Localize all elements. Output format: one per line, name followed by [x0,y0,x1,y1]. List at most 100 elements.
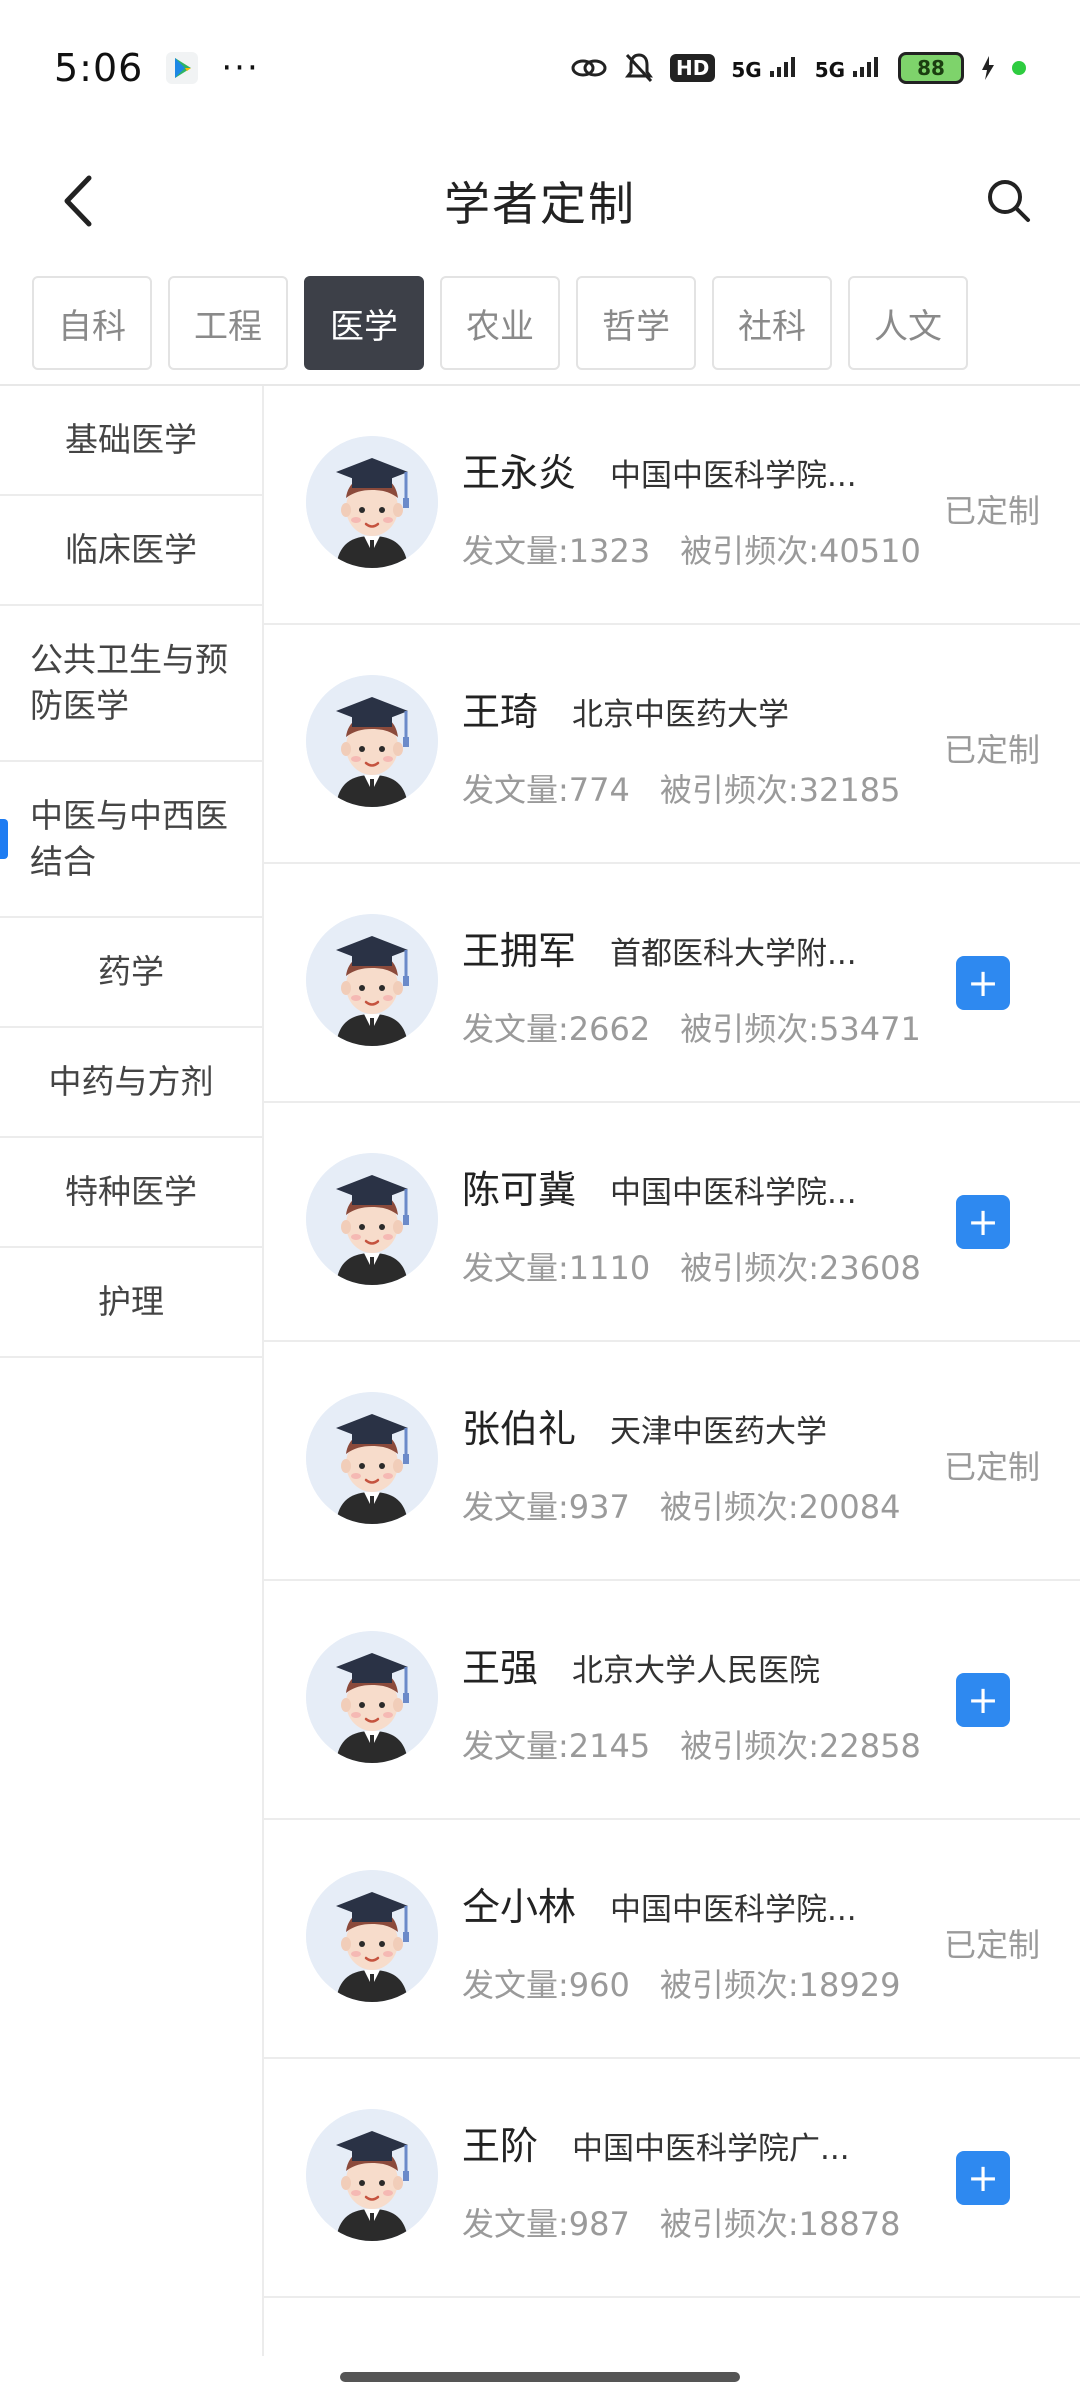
sidebar-item-label: 特种医学 [65,1172,197,1211]
tab-social-science[interactable]: 社科 [712,276,832,370]
tab-agriculture[interactable]: 农业 [440,276,560,370]
paper-count: 发文量:774 [462,771,630,809]
scholar-institution: 首都医科大学附... [610,936,857,972]
plus-icon: + [967,961,999,1005]
scholar-row[interactable]: 仝小林 中国中医科学院... 发文量:960 被引频次:18929 已定制 [264,1820,1080,2059]
scholar-row[interactable]: 王琦 北京中医药大学 发文量:774 被引频次:32185 已定制 [264,625,1080,864]
signal-5g-2: 5G [815,55,882,82]
scholar-institution: 中国中医科学院... [610,1175,857,1211]
scholar-row[interactable]: 张伯礼 天津中医药大学 发文量:937 被引频次:20084 已定制 [264,1342,1080,1581]
sidebar-item-special-medicine[interactable]: 特种医学 [0,1138,262,1248]
paper-count: 发文量:937 [462,1488,630,1526]
scholar-institution: 中国中医科学院... [610,1892,857,1928]
scholar-avatar [306,675,438,807]
scholar-avatar [306,436,438,568]
sidebar-item-pharmacy[interactable]: 药学 [0,918,262,1028]
sidebar-item-label: 基础医学 [65,420,197,459]
back-button[interactable] [44,166,114,236]
subscribed-status: 已定制 [943,1448,1040,1486]
paper-count: 发文量:1110 [462,1249,651,1287]
scholar-institution: 北京大学人民医院 [572,1653,820,1689]
battery-indicator: 88 [898,52,964,84]
hd-badge: HD [670,54,716,82]
scholar-row[interactable]: 王阶 中国中医科学院广... 发文量:987 被引频次:18878 + [264,2059,1080,2298]
scholar-stats: 发文量:2662 被引频次:53471 [462,1004,921,1050]
scholar-stats: 发文量:937 被引频次:20084 [462,1482,900,1528]
paper-count: 发文量:2145 [462,1727,651,1765]
header: 学者定制 [0,136,1080,266]
citation-count: 被引频次:53471 [680,1010,921,1048]
tab-engineering[interactable]: 工程 [168,276,288,370]
scholar-stats: 发文量:2145 被引频次:22858 [462,1721,921,1767]
citation-count: 被引频次:20084 [659,1488,901,1526]
add-subscription-button[interactable]: + [956,2151,1010,2205]
status-bar: 5:06 ··· HD 5G 5G 88 [0,0,1080,136]
sidebar-item-label: 药学 [98,952,164,991]
scholar-avatar [306,1870,438,2002]
tab-natural-science[interactable]: 自科 [32,276,152,370]
search-button[interactable] [974,166,1044,236]
link-icon [570,54,608,82]
scholar-name: 张伯礼 [462,1407,577,1451]
signal-5g-1: 5G [731,55,798,82]
more-notifications-icon: ··· [221,48,260,88]
sidebar-item-label: 公共卫生与预防医学 [30,640,228,725]
sidebar-item-label: 临床医学 [65,530,197,569]
subcategory-sidebar: 基础医学 临床医学 公共卫生与预防医学 中医与中西医结合 药学 中药与方剂 特种… [0,386,262,2400]
scholar-name: 王琦 [462,690,539,734]
search-icon [988,180,1030,222]
add-subscription-button[interactable]: + [956,1673,1010,1727]
charging-dot-icon [1012,61,1026,75]
add-subscription-button[interactable]: + [956,1195,1010,1249]
signal-label: 5G [814,57,846,82]
citation-count: 被引频次:23608 [680,1249,921,1287]
sidebar-item-chinese-herbs[interactable]: 中药与方剂 [0,1028,262,1138]
scholar-stats: 发文量:1323 被引频次:40510 [462,526,921,572]
status-time: 5:06 [54,46,144,90]
tab-humanities[interactable]: 人文 [848,276,968,370]
page-title: 学者定制 [444,177,636,231]
scholar-name: 王永炎 [462,451,577,495]
active-indicator [0,819,8,859]
scholar-row[interactable]: 王强 北京大学人民医院 发文量:2145 被引频次:22858 + [264,1581,1080,1820]
scholar-avatar [306,1631,438,1763]
scholar-institution: 中国中医科学院... [610,458,857,494]
sidebar-item-clinical-medicine[interactable]: 临床医学 [0,496,262,606]
scholar-row[interactable]: 王永炎 中国中医科学院... 发文量:1323 被引频次:40510 已定制 [264,386,1080,625]
plus-icon: + [967,1678,999,1722]
subscribed-status: 已定制 [943,731,1040,769]
scholar-name: 王拥军 [462,929,577,973]
add-subscription-button[interactable]: + [956,956,1010,1010]
subscribed-status: 已定制 [943,492,1040,530]
sidebar-item-label: 中药与方剂 [48,1062,214,1101]
scholar-avatar [306,2109,438,2241]
sidebar-item-label: 中医与中西医结合 [30,796,228,881]
scholar-row[interactable]: 陈可冀 中国中医科学院... 发文量:1110 被引频次:23608 + [264,1103,1080,1342]
plus-icon: + [967,2156,999,2200]
citation-count: 被引频次:32185 [659,771,901,809]
play-store-icon [165,51,199,85]
home-indicator[interactable] [340,2372,740,2382]
sidebar-item-nursing[interactable]: 护理 [0,1248,262,1358]
scholar-row[interactable]: 王拥军 首都医科大学附... 发文量:2662 被引频次:53471 + [264,864,1080,1103]
sidebar-item-tcm[interactable]: 中医与中西医结合 [0,762,262,918]
paper-count: 发文量:987 [462,2205,630,2243]
discipline-tabs: 自科 工程 医学 农业 哲学 社科 人文 [0,262,1080,384]
scholar-avatar [306,914,438,1046]
sidebar-item-basic-medicine[interactable]: 基础医学 [0,386,262,496]
scholar-stats: 发文量:774 被引频次:32185 [462,765,900,811]
scholar-institution: 中国中医科学院广... [572,2131,850,2167]
sidebar-item-public-health[interactable]: 公共卫生与预防医学 [0,606,262,762]
citation-count: 被引频次:22858 [680,1727,921,1765]
citation-count: 被引频次:40510 [680,532,921,570]
tab-medicine[interactable]: 医学 [304,276,424,370]
tab-philosophy[interactable]: 哲学 [576,276,696,370]
scholar-stats: 发文量:987 被引频次:18878 [462,2199,900,2245]
scholar-list: 王永炎 中国中医科学院... 发文量:1323 被引频次:40510 已定制 王… [264,386,1080,2298]
scholar-name: 仝小林 [462,1885,577,1929]
scholar-stats: 发文量:1110 被引频次:23608 [462,1243,921,1289]
paper-count: 发文量:960 [462,1966,630,2004]
paper-count: 发文量:2662 [462,1010,651,1048]
scholar-name: 王阶 [462,2124,539,2168]
scholar-institution: 天津中医药大学 [610,1414,827,1450]
